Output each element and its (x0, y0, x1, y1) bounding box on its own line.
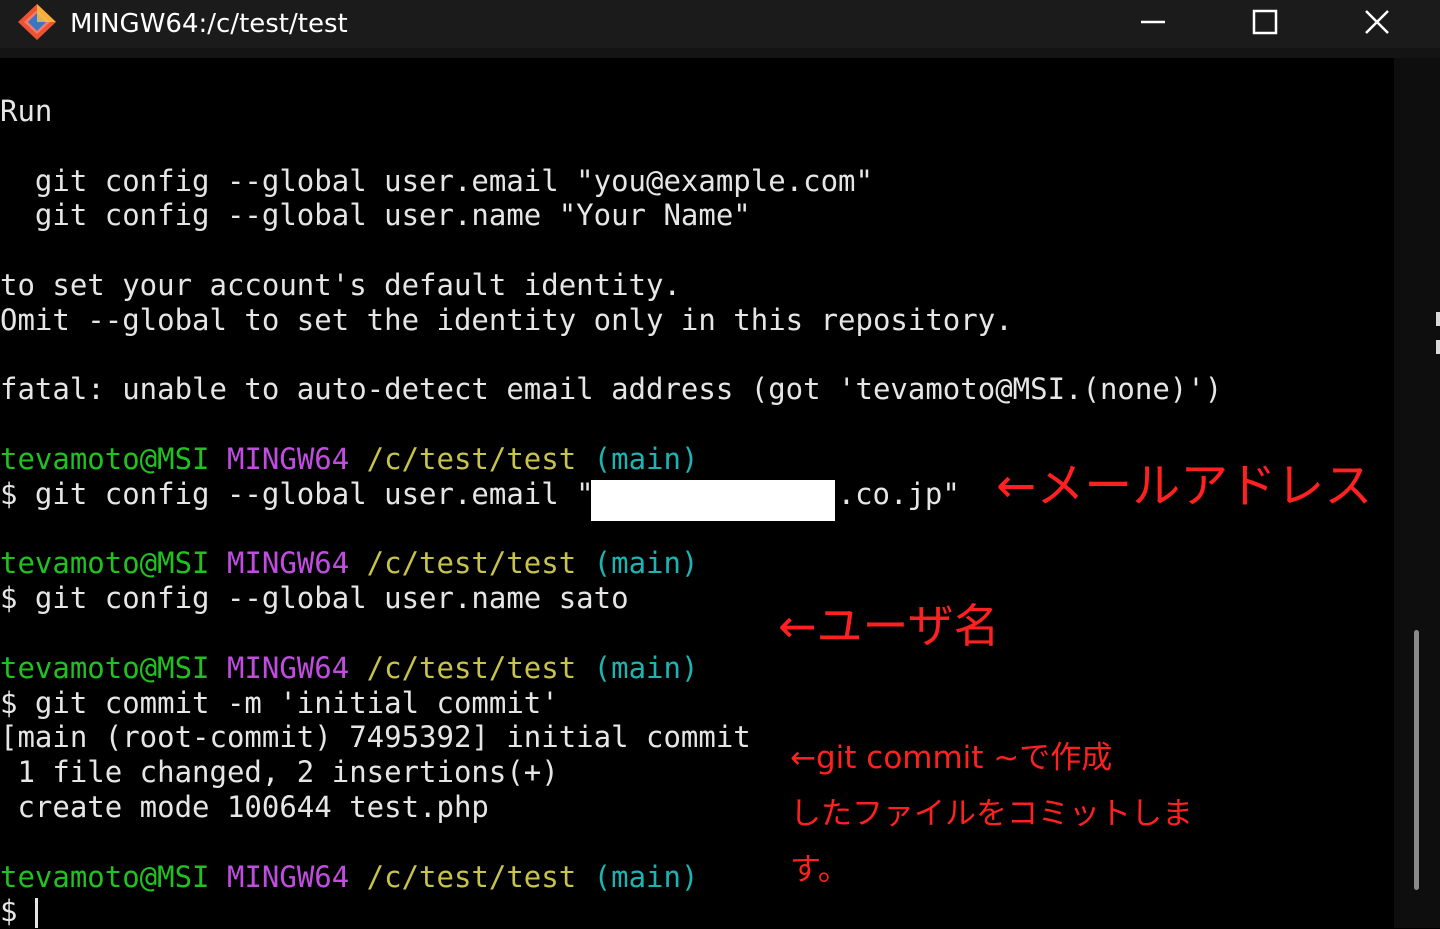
prompt-branch: (main) (593, 859, 699, 894)
maximize-button[interactable] (1210, 0, 1320, 44)
scrollbar-thumb[interactable] (1414, 630, 1419, 890)
window-edge-mark (1436, 340, 1440, 354)
minimize-icon (1141, 20, 1165, 24)
title-bar: MINGW64:/c/test/test (0, 0, 1440, 48)
email-annotation: ←メールアドレス (996, 458, 1373, 514)
title-separator (0, 48, 1440, 58)
final-prompt-symbol: $ (0, 894, 35, 929)
prompt-user: tevamoto@MSI (0, 859, 210, 894)
prompt-user: tevamoto@MSI (0, 650, 210, 685)
prompt-branch: (main) (593, 546, 699, 581)
prompt-branch: (main) (593, 441, 699, 476)
terminal-line: git config --global user.email "you@exam… (0, 163, 873, 198)
close-button[interactable] (1322, 0, 1432, 44)
maximize-icon (1252, 9, 1278, 35)
prompt-path: /c/test/test (366, 859, 577, 894)
commit-annotation: ←git commit ~で作成 したファイルをコミットしま す。 (790, 730, 1193, 898)
terminal-line: git config --global user.name "Your Name… (0, 198, 751, 233)
prompt-system: MINGW64 (226, 546, 350, 581)
prompt-line: tevamoto@MSI MINGW64 /c/test/test (main) (0, 546, 1390, 581)
prompt-system: MINGW64 (226, 650, 350, 685)
prompt-system: MINGW64 (226, 441, 350, 476)
commit-annotation-line: ←git commit ~で作成 (790, 740, 1113, 776)
prompt-branch: (main) (593, 650, 699, 685)
input-line[interactable]: $ (0, 894, 1390, 929)
terminal-line: Run (0, 94, 53, 128)
command-email-suffix: .co.jp" (837, 476, 960, 511)
window-title: MINGW64:/c/test/test (70, 9, 348, 39)
command-email-prefix: $ git config --global user.email " (0, 476, 594, 511)
window-edge-mark (1436, 312, 1440, 326)
terminal-line: Omit --global to set the identity only i… (0, 302, 1013, 337)
prompt-user: tevamoto@MSI (0, 546, 210, 581)
close-icon (1365, 10, 1389, 34)
commit-annotation-line: す。 (790, 852, 849, 888)
prompt-path: /c/test/test (366, 650, 577, 685)
text-cursor (34, 898, 38, 929)
prompt-path: /c/test/test (366, 441, 577, 476)
git-bash-icon (18, 4, 56, 40)
prompt-line: tevamoto@MSI MINGW64 /c/test/test (main) (0, 651, 1390, 686)
username-annotation: ←ユーザ名 (778, 599, 1000, 653)
minimize-button[interactable] (1098, 0, 1208, 44)
commit-annotation-line: したファイルをコミットしま (790, 796, 1193, 832)
command-line-commit: $ git commit -m 'initial commit' (0, 685, 559, 720)
command-line-name: $ git config --global user.name sato (0, 581, 629, 616)
terminal-line: to set your account's default identity. (0, 267, 681, 302)
prompt-path: /c/test/test (366, 546, 577, 581)
email-redaction-box (591, 480, 835, 521)
prompt-user: tevamoto@MSI (0, 441, 210, 476)
terminal-line: fatal: unable to auto-detect email addre… (0, 372, 1223, 407)
prompt-system: MINGW64 (226, 859, 350, 894)
